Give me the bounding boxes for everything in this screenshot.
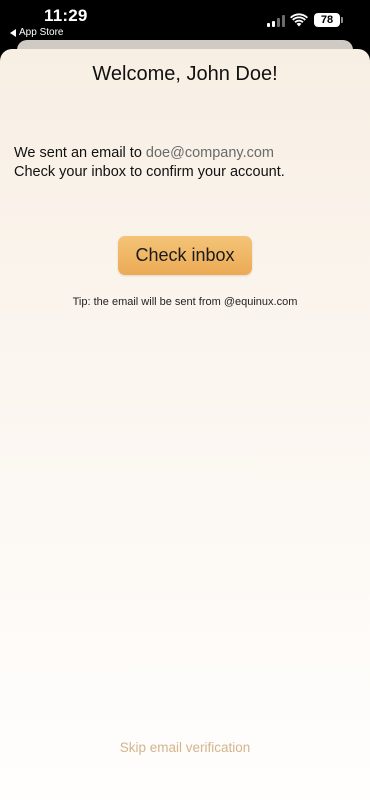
back-to-app-store-link[interactable]: App Store — [10, 27, 63, 38]
confirm-instruction: Check your inbox to confirm your account… — [14, 164, 285, 180]
cellular-signal-icon — [267, 15, 285, 27]
status-time: 11:29 — [44, 6, 88, 25]
battery-level: 78 — [320, 14, 334, 26]
back-arrow-icon — [10, 28, 16, 37]
back-app-label: App Store — [19, 27, 64, 38]
email-address: doe@company.com — [145, 145, 275, 161]
sender-tip: Tip: the email will be sent from @equinu… — [72, 296, 298, 308]
verification-sheet: Welcome, John Doe! We sent an email to d… — [0, 49, 370, 800]
email-sent-prefix: We sent an email to — [14, 145, 142, 161]
battery-icon: 78 — [314, 13, 343, 27]
status-bar: 11:29 App Store 78 — [0, 0, 370, 44]
email-sent-message: We sent an email to doe@company.com Chec… — [14, 144, 285, 182]
page-title: Welcome, John Doe! — [92, 63, 278, 85]
screen: 11:29 App Store 78 Welcome, John Doe! We… — [0, 0, 370, 800]
skip-email-verification-link[interactable]: Skip email verification — [0, 740, 370, 755]
check-inbox-button[interactable]: Check inbox — [118, 236, 252, 275]
email-sent-line: We sent an email to doe@company.com — [14, 144, 285, 163]
wifi-icon — [290, 13, 308, 27]
